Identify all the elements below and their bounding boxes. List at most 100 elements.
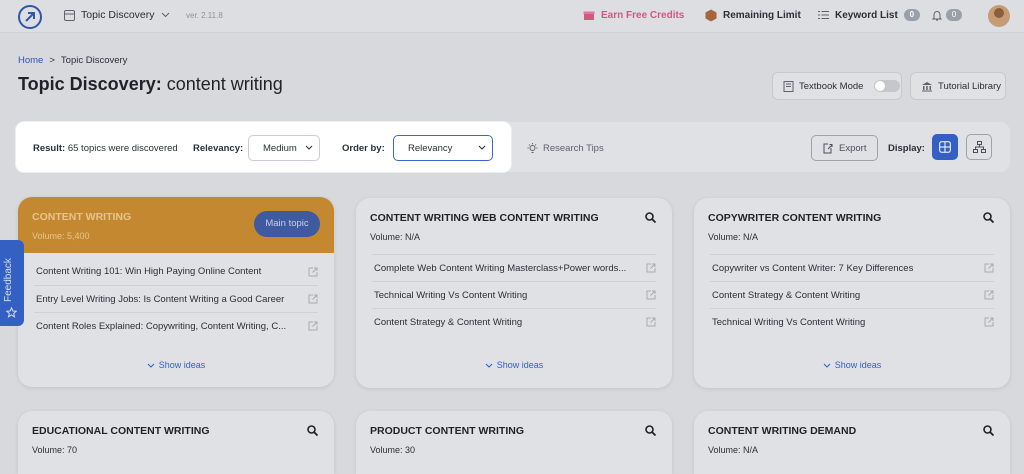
list-item[interactable]: Content Strategy & Content Writing (372, 308, 656, 335)
export-button[interactable]: Export (811, 135, 878, 161)
topic-title[interactable]: CONTENT WRITING (32, 211, 131, 223)
idea-list: Complete Web Content Writing Masterclass… (372, 254, 656, 335)
breadcrumb-home-link[interactable]: Home (18, 55, 43, 66)
remaining-limit-link[interactable]: Remaining Limit (705, 9, 801, 22)
chevron-down-icon (161, 12, 169, 18)
list-item[interactable]: Entry Level Writing Jobs: Is Content Wri… (34, 285, 318, 312)
topic-card: CONTENT WRITING WEB CONTENT WRITING Volu… (356, 198, 672, 388)
tree-view-button[interactable] (966, 134, 992, 160)
topic-volume: Volume: N/A (708, 445, 759, 455)
notifications-button[interactable]: 0 (932, 9, 962, 21)
limit-icon (705, 9, 717, 22)
list-icon (818, 11, 829, 19)
list-item[interactable]: Content Roles Explained: Copywriting, Co… (34, 312, 318, 339)
show-ideas-button[interactable]: Show ideas (694, 360, 1010, 370)
list-item[interactable]: Content Writing 101: Win High Paying Onl… (34, 258, 318, 285)
topic-title[interactable]: COPYWRITER CONTENT WRITING (708, 212, 881, 224)
external-link-icon[interactable] (308, 294, 318, 304)
search-icon[interactable] (307, 425, 318, 436)
list-item[interactable]: Content Strategy & Content Writing (710, 281, 994, 308)
main-topic-header: CONTENT WRITING Volume: 5,400 Main topic (18, 197, 334, 253)
page-title-keyword: content writing (166, 74, 283, 94)
chevron-down-icon (305, 145, 313, 150)
external-link-icon[interactable] (308, 321, 318, 331)
chevron-down-icon (485, 363, 493, 368)
topic-volume: Volume: 30 (370, 445, 416, 455)
list-item[interactable]: Technical Writing Vs Content Writing (372, 281, 656, 308)
sitemap-icon (972, 141, 986, 153)
notifications-badge: 0 (946, 9, 962, 21)
list-item[interactable]: Copywriter vs Content Writer: 7 Key Diff… (710, 254, 994, 281)
breadcrumb-current: Topic Discovery (60, 55, 128, 66)
top-bar: Topic Discovery ver. 2.11.8 Earn Free Cr… (0, 0, 1024, 33)
textbook-switch[interactable] (874, 80, 901, 92)
breadcrumb-separator: > (49, 55, 55, 66)
tutorial-library-button[interactable]: Tutorial Library (910, 72, 1006, 100)
topic-card: COPYWRITER CONTENT WRITING Volume: N/A C… (694, 198, 1010, 388)
tool-switcher[interactable]: Topic Discovery (64, 9, 170, 21)
idea-list: Content Writing 101: Win High Paying Onl… (34, 258, 318, 339)
topic-volume: Volume: 5,400 (32, 231, 90, 241)
topic-volume: Volume: N/A (708, 232, 759, 242)
library-icon (922, 81, 932, 91)
keyword-list-link[interactable]: Keyword List 0 (818, 9, 920, 21)
book-icon (783, 80, 794, 92)
chevron-down-icon (147, 363, 155, 368)
export-icon (823, 143, 833, 153)
topic-card: CONTENT WRITING Volume: 5,400 Main topic… (18, 197, 334, 387)
search-icon[interactable] (983, 425, 994, 436)
keyword-count-badge: 0 (903, 9, 920, 21)
external-link-icon[interactable] (646, 317, 656, 327)
chevron-down-icon (478, 145, 486, 150)
lightbulb-icon (527, 143, 538, 153)
external-link-icon[interactable] (984, 263, 994, 273)
external-link-icon[interactable] (984, 290, 994, 300)
external-link-icon[interactable] (646, 290, 656, 300)
display-label: Display: (888, 143, 925, 154)
feedback-tab[interactable]: Feedback (0, 240, 24, 326)
list-item[interactable]: Technical Writing Vs Content Writing (710, 308, 994, 335)
external-link-icon[interactable] (646, 263, 656, 273)
topic-card: EDUCATIONAL CONTENT WRITING Volume: 70 (18, 411, 334, 474)
topic-title[interactable]: CONTENT WRITING DEMAND (708, 425, 856, 437)
main-topic-badge: Main topic (254, 211, 320, 237)
relevancy-label: Relevancy: (193, 143, 244, 154)
grid-view-button[interactable] (932, 134, 958, 160)
topic-card: PRODUCT CONTENT WRITING Volume: 30 (356, 411, 672, 474)
grid-icon (64, 9, 75, 21)
breadcrumb: Home > Topic Discovery (18, 55, 127, 66)
avatar[interactable] (988, 5, 1010, 27)
tool-name: Topic Discovery (81, 9, 155, 21)
grid-view-icon (939, 141, 951, 153)
app-logo-icon[interactable] (18, 5, 42, 29)
page-title: Topic Discovery: content writing (18, 74, 283, 95)
relevancy-select[interactable]: Medium (248, 135, 320, 161)
chevron-down-icon (823, 363, 831, 368)
order-by-label: Order by: (342, 143, 385, 154)
list-item[interactable]: Complete Web Content Writing Masterclass… (372, 254, 656, 281)
idea-list: Copywriter vs Content Writer: 7 Key Diff… (710, 254, 994, 335)
topic-card: CONTENT WRITING DEMAND Volume: N/A (694, 411, 1010, 474)
filter-controls: Result: 65 topics were discovered Releva… (16, 122, 511, 172)
version-label: ver. 2.11.8 (186, 11, 223, 20)
topic-title[interactable]: PRODUCT CONTENT WRITING (370, 425, 524, 437)
show-ideas-button[interactable]: Show ideas (18, 360, 334, 370)
result-summary: Result: 65 topics were discovered (33, 143, 178, 154)
gift-icon (583, 11, 595, 20)
topic-title[interactable]: CONTENT WRITING WEB CONTENT WRITING (370, 212, 599, 224)
earn-credits-link[interactable]: Earn Free Credits (583, 9, 684, 21)
topic-volume: Volume: N/A (370, 232, 421, 242)
order-by-select[interactable]: Relevancy (393, 135, 493, 161)
search-icon[interactable] (645, 212, 656, 223)
search-icon[interactable] (645, 425, 656, 436)
search-icon[interactable] (983, 212, 994, 223)
textbook-mode-toggle[interactable]: Textbook Mode (772, 72, 902, 100)
star-icon (6, 307, 17, 318)
external-link-icon[interactable] (984, 317, 994, 327)
bell-icon (932, 10, 942, 21)
research-tips-link[interactable]: Research Tips (527, 143, 604, 154)
page-title-prefix: Topic Discovery: (18, 74, 162, 94)
topic-title[interactable]: EDUCATIONAL CONTENT WRITING (32, 425, 210, 437)
show-ideas-button[interactable]: Show ideas (356, 360, 672, 370)
external-link-icon[interactable] (308, 267, 318, 277)
